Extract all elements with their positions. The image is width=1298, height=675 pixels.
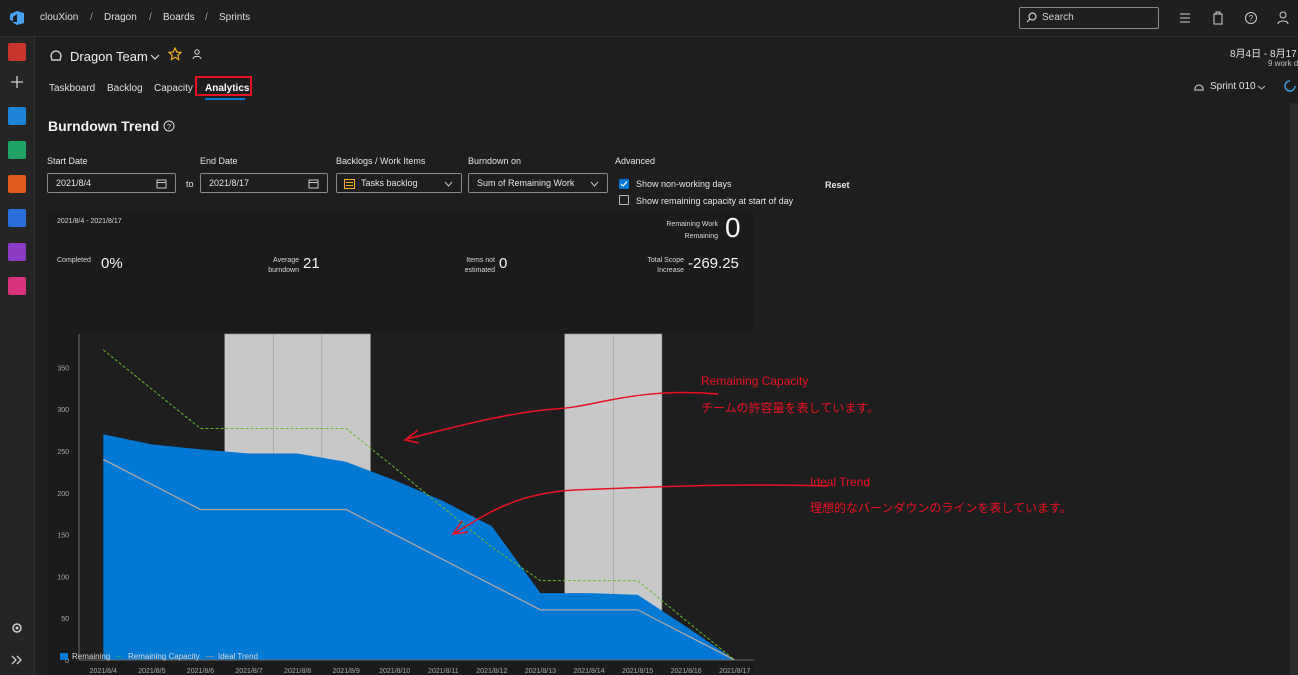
overview-icon[interactable]	[8, 107, 26, 125]
annotation-arrows	[403, 391, 829, 535]
user-settings-icon[interactable]	[1276, 10, 1292, 26]
artifacts-icon[interactable]	[8, 277, 26, 295]
azure-devops-logo-icon[interactable]	[8, 9, 26, 27]
breadcrumb-separator: /	[149, 12, 152, 23]
breadcrumb-project[interactable]: Dragon	[104, 12, 137, 23]
left-navigation	[0, 37, 35, 675]
add-icon[interactable]	[8, 73, 26, 91]
boards-icon[interactable]	[8, 141, 26, 159]
ideal-arrowhead	[451, 520, 469, 535]
breadcrumb-separator: /	[90, 12, 93, 23]
search-box[interactable]: Search	[1019, 7, 1159, 29]
search-icon	[1026, 12, 1037, 23]
breadcrumb-boards[interactable]: Boards	[163, 12, 195, 23]
search-placeholder: Search	[1042, 12, 1074, 23]
project-avatar-icon[interactable]	[8, 43, 26, 61]
gear-icon[interactable]	[8, 619, 26, 637]
ideal-arrow	[454, 484, 829, 534]
main-content: Dragon Team Taskboard Backlog Capacity A…	[35, 37, 1298, 675]
help-icon[interactable]: ?	[1243, 10, 1259, 26]
marketplace-bag-icon[interactable]	[1210, 10, 1226, 26]
breadcrumb-org[interactable]: clouXion	[40, 12, 78, 23]
expand-chevron-icon[interactable]	[8, 651, 26, 669]
capacity-arrow	[406, 391, 719, 440]
breadcrumb-sprints[interactable]: Sprints	[219, 12, 250, 23]
top-bar: clouXion / Dragon / Boards / Sprints Sea…	[0, 0, 1298, 37]
test-plans-icon[interactable]	[8, 243, 26, 261]
breadcrumb-separator: /	[205, 12, 208, 23]
pipelines-icon[interactable]	[8, 209, 26, 227]
repos-icon[interactable]	[8, 175, 26, 193]
list-settings-icon[interactable]	[1177, 10, 1193, 26]
svg-text:?: ?	[1249, 14, 1254, 23]
